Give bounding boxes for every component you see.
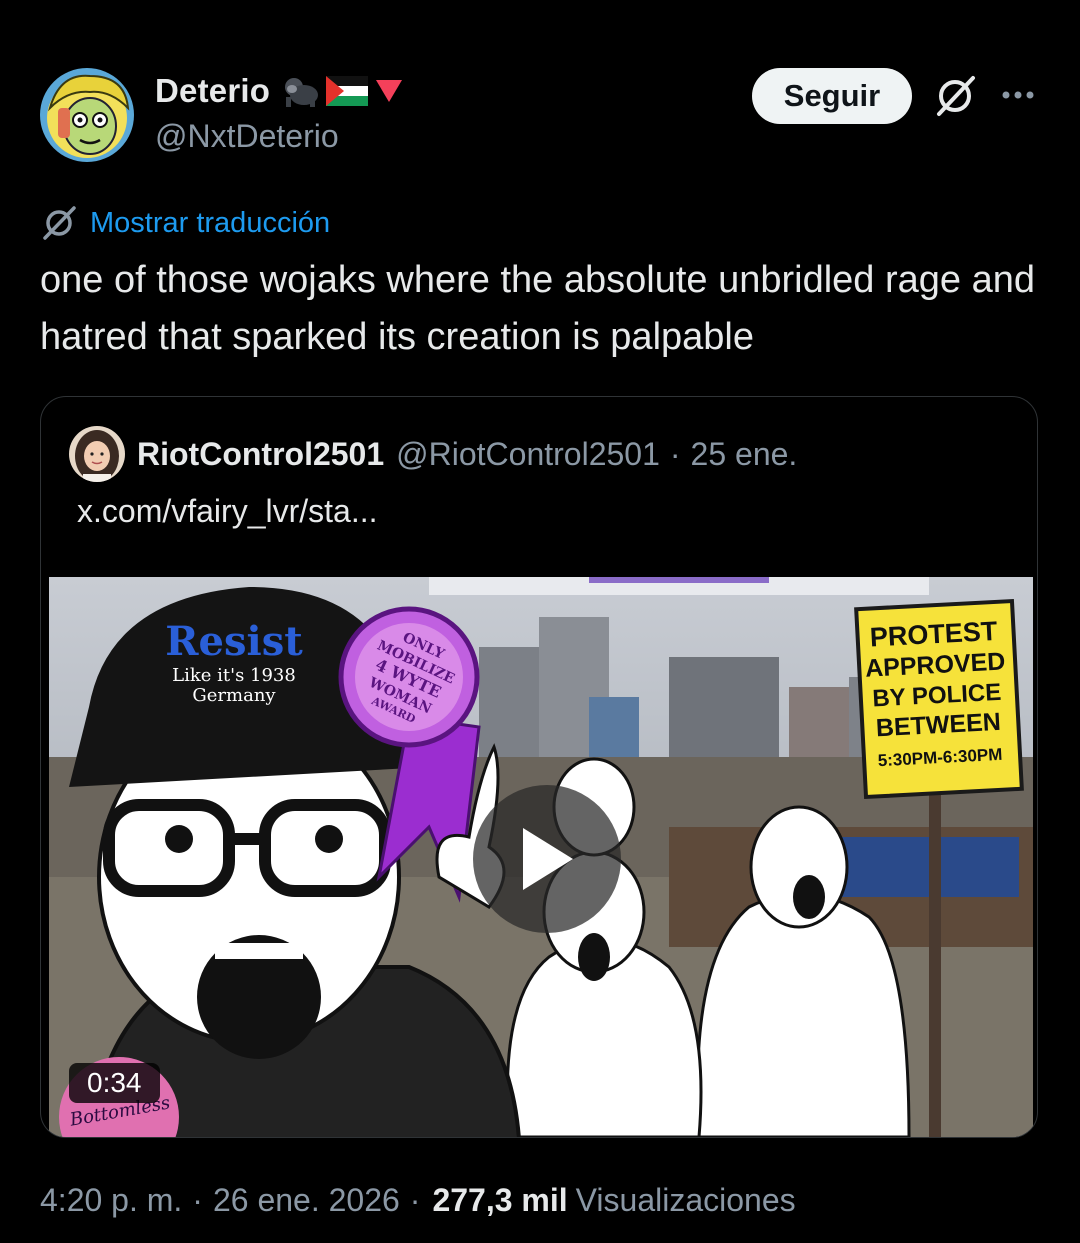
tweet-time[interactable]: 4:20 p. m. — [40, 1182, 182, 1219]
tweet-header: Deterio @NxtDeterio Seguir — [40, 66, 1040, 166]
footer-separator-2: · — [409, 1181, 421, 1218]
translation-row[interactable]: Mostrar traducción — [40, 203, 330, 243]
cap-subtitle-2: Germany — [192, 685, 276, 706]
more-icon[interactable] — [998, 80, 1038, 110]
follow-button[interactable]: Seguir — [752, 68, 912, 124]
views-label[interactable]: Visualizaciones — [576, 1182, 796, 1219]
quoted-date[interactable]: 25 ene. — [691, 436, 798, 473]
tweet-date[interactable]: 26 ene. 2026 — [213, 1182, 400, 1219]
author-display-name[interactable]: Deterio — [155, 72, 270, 110]
footer-separator-1: · — [192, 1181, 203, 1218]
grok-icon[interactable] — [933, 74, 977, 118]
quoted-separator: · — [669, 435, 681, 472]
video-duration: 0:34 — [69, 1063, 160, 1103]
display-name-row: Deterio — [155, 70, 404, 112]
quoted-avatar[interactable] — [69, 426, 125, 482]
grok-translate-icon — [43, 206, 76, 240]
quoted-text[interactable]: x.com/vfairy_lvr/sta... — [77, 493, 378, 530]
show-translation-link[interactable]: Mostrar traducción — [90, 207, 330, 240]
quoted-handle[interactable]: @RiotControl2501 — [396, 436, 660, 473]
tweet-footer: 4:20 p. m. · 26 ene. 2026 · 277,3 mil Vi… — [40, 1178, 796, 1222]
play-icon — [523, 828, 573, 890]
tweet-text: one of those wojaks where the absolute u… — [40, 259, 1036, 358]
author-avatar[interactable] — [40, 68, 134, 162]
author-names: Deterio @NxtDeterio — [155, 70, 404, 155]
gorilla-icon — [285, 78, 319, 107]
quoted-tweet[interactable]: RiotControl2501 @RiotControl2501 · 25 en… — [40, 396, 1038, 1138]
palestine-flag-icon — [326, 76, 369, 106]
cap-title: Resist — [165, 618, 303, 665]
name-emojis — [280, 75, 404, 107]
quoted-display-name[interactable]: RiotControl2501 — [137, 436, 384, 473]
cap-subtitle-1: Like it's 1938 — [172, 665, 296, 686]
video-player[interactable]: PROTEST APPROVED BY POLICE BETWEEN 5:30P… — [49, 577, 1033, 1137]
play-button[interactable] — [473, 785, 621, 933]
views-count[interactable]: 277,3 mil — [432, 1182, 567, 1219]
red-triangle-icon — [376, 80, 403, 102]
quoted-header: RiotControl2501 @RiotControl2501 · 25 en… — [69, 425, 797, 483]
author-handle[interactable]: @NxtDeterio — [155, 118, 404, 155]
